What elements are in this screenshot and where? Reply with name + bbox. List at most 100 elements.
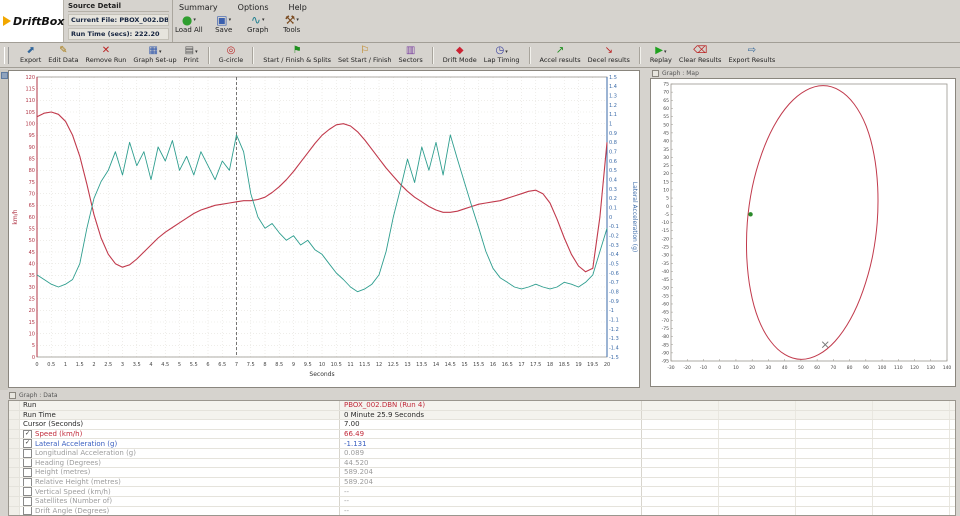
row-selector-gutter[interactable] — [9, 459, 20, 468]
table-row[interactable]: Heading (Degrees)44.520 — [9, 459, 955, 469]
toolbar-button-decel-results[interactable]: ↘Decel results — [588, 46, 630, 64]
toolbar-button-clear-results[interactable]: ⌫Clear Results — [679, 46, 722, 64]
svg-text:50: 50 — [663, 122, 669, 128]
row-selector-gutter[interactable] — [9, 478, 20, 487]
toolbar-button-replay[interactable]: ▶▾Replay — [650, 46, 672, 64]
dropdown-arrow-icon[interactable]: ▾ — [159, 49, 162, 55]
row-checkbox[interactable] — [23, 449, 32, 458]
table-cell-empty — [873, 478, 950, 487]
row-checkbox[interactable] — [23, 487, 32, 496]
dropdown-arrow-icon[interactable]: ▾ — [505, 49, 508, 55]
dropdown-arrow-icon[interactable]: ▾ — [229, 17, 232, 23]
toolbar-button-lap-timing[interactable]: ◷▾Lap Timing — [484, 46, 520, 64]
row-selector-gutter[interactable] — [9, 487, 20, 496]
svg-text:0: 0 — [718, 365, 721, 371]
dropdown-arrow-icon[interactable]: ▾ — [296, 17, 299, 23]
toolbar-icon-row: ▣▾ — [216, 13, 231, 26]
svg-text:40: 40 — [663, 139, 669, 145]
svg-text:0.6: 0.6 — [609, 159, 617, 165]
set-start-finish-icon: ⚐ — [360, 45, 369, 56]
svg-text:14: 14 — [433, 362, 439, 368]
left-panel-strip[interactable] — [0, 69, 8, 390]
table-row[interactable]: Run Time0 Minute 25.9 Seconds — [9, 411, 955, 421]
row-selector-gutter[interactable] — [9, 507, 20, 516]
toolbar-button-save[interactable]: ▣▾Save — [211, 13, 237, 34]
row-selector-gutter[interactable] — [9, 449, 20, 458]
row-checkbox[interactable] — [23, 478, 32, 487]
row-checkbox[interactable] — [23, 459, 32, 468]
row-selector-gutter[interactable] — [9, 430, 20, 439]
svg-text:-75: -75 — [662, 326, 669, 332]
svg-text:10: 10 — [733, 365, 739, 371]
toolbar-button-label: Graph — [247, 26, 268, 34]
row-selector-gutter[interactable] — [9, 420, 20, 429]
row-selector-gutter[interactable] — [9, 497, 20, 506]
toolbar-button-set-start-finish[interactable]: ⚐Set Start / Finish — [338, 46, 391, 64]
table-row[interactable]: ✓Speed (km/h)66.49 — [9, 430, 955, 440]
dropdown-arrow-icon[interactable]: ▾ — [195, 49, 198, 55]
time-series-plot[interactable]: 00.511.522.533.544.555.566.577.588.599.5… — [9, 71, 639, 387]
toolbar-grip[interactable] — [4, 47, 9, 64]
toolbar-button-g-circle[interactable]: ◎G-circle — [219, 46, 244, 64]
svg-text:120: 120 — [25, 75, 35, 81]
toolbar-button-export-results[interactable]: ⇨Export Results — [728, 46, 775, 64]
row-selector-gutter[interactable] — [9, 468, 20, 477]
row-checkbox[interactable]: ✓ — [23, 439, 32, 448]
table-row[interactable]: Drift Angle (Degrees)-- — [9, 507, 955, 516]
table-cell-empty — [873, 449, 950, 458]
toolbar-button-tools[interactable]: ⚒▾Tools — [279, 13, 305, 34]
toolbar-button-accel-results[interactable]: ↗Accel results — [540, 46, 581, 64]
toolbar-button-graph[interactable]: ∿▾Graph — [245, 13, 271, 34]
table-cell-empty — [642, 449, 719, 458]
svg-text:140: 140 — [943, 365, 952, 371]
menu-item-summary[interactable]: Summary — [177, 3, 220, 12]
data-panel-title-text: Graph : Data — [19, 392, 58, 399]
toolbar-button-drift-mode[interactable]: ◆Drift Mode — [443, 46, 477, 64]
row-selector-gutter[interactable] — [9, 401, 20, 410]
toolbar-button-print[interactable]: ▤▾Print — [184, 46, 199, 64]
row-checkbox[interactable] — [23, 507, 32, 516]
svg-text:12: 12 — [376, 362, 382, 368]
svg-text:-0.8: -0.8 — [609, 289, 619, 295]
dropdown-arrow-icon[interactable]: ▾ — [193, 17, 196, 23]
dropdown-arrow-icon[interactable]: ▾ — [262, 17, 265, 23]
map-graph[interactable]: 757065605550454035302520151050-5-10-15-2… — [650, 78, 956, 387]
table-row[interactable]: Vertical Speed (km/h)-- — [9, 487, 955, 497]
track-map-plot[interactable]: 757065605550454035302520151050-5-10-15-2… — [651, 79, 955, 386]
toolbar-button-remove-run[interactable]: ✕Remove Run — [85, 46, 126, 64]
app-logo-text: DriftBox — [13, 15, 64, 28]
table-row[interactable]: Relative Height (metres)589.204 — [9, 478, 955, 488]
export-icon: ⬈ — [26, 45, 34, 56]
table-row[interactable]: ✓Lateral Acceleration (g)-1.131 — [9, 439, 955, 449]
menu-item-options[interactable]: Options — [236, 3, 271, 12]
svg-text:65: 65 — [663, 98, 669, 104]
toolbar-button-label: Drift Mode — [443, 56, 477, 64]
app-logo: DriftBox — [0, 0, 64, 42]
toolbar-button-sectors[interactable]: ▥Sectors — [398, 46, 422, 64]
table-row[interactable]: Longitudinal Acceleration (g)0.089 — [9, 449, 955, 459]
table-row[interactable]: Height (metres)589.204 — [9, 468, 955, 478]
row-checkbox[interactable] — [23, 497, 32, 506]
svg-text:70: 70 — [830, 365, 836, 371]
table-cell-empty — [796, 430, 873, 439]
row-selector-gutter[interactable] — [9, 411, 20, 420]
row-selector-gutter[interactable] — [9, 439, 20, 448]
toolbar-button-edit-data[interactable]: ✎Edit Data — [48, 46, 78, 64]
table-cell-empty — [642, 487, 719, 496]
table-cell-empty — [642, 420, 719, 429]
table-row[interactable]: Satellites (Number of)-- — [9, 497, 955, 507]
row-label: Speed (km/h) — [35, 430, 82, 438]
table-row[interactable]: Cursor (Seconds)7.00 — [9, 420, 955, 430]
time-graph-panel[interactable]: 00.511.522.533.544.555.566.577.588.599.5… — [8, 70, 640, 388]
table-row[interactable]: RunPBOX_002.DBN (Run 4) — [9, 401, 955, 411]
toolbar-button-start-finish-splits[interactable]: ⚑Start / Finish & Splits — [263, 46, 331, 64]
menu-item-help[interactable]: Help — [287, 3, 309, 12]
toolbar-button-export[interactable]: ⬈Export — [20, 46, 41, 64]
toolbar-button-graph-set-up[interactable]: ▦▾Graph Set-up — [133, 46, 176, 64]
toolbar-button-load-all[interactable]: ●▾Load All — [175, 13, 203, 34]
row-checkbox[interactable] — [23, 468, 32, 477]
dropdown-arrow-icon[interactable]: ▾ — [664, 49, 667, 55]
svg-text:0.9: 0.9 — [609, 131, 617, 137]
panel-grip-icon[interactable] — [1, 72, 8, 79]
row-checkbox[interactable]: ✓ — [23, 430, 32, 439]
